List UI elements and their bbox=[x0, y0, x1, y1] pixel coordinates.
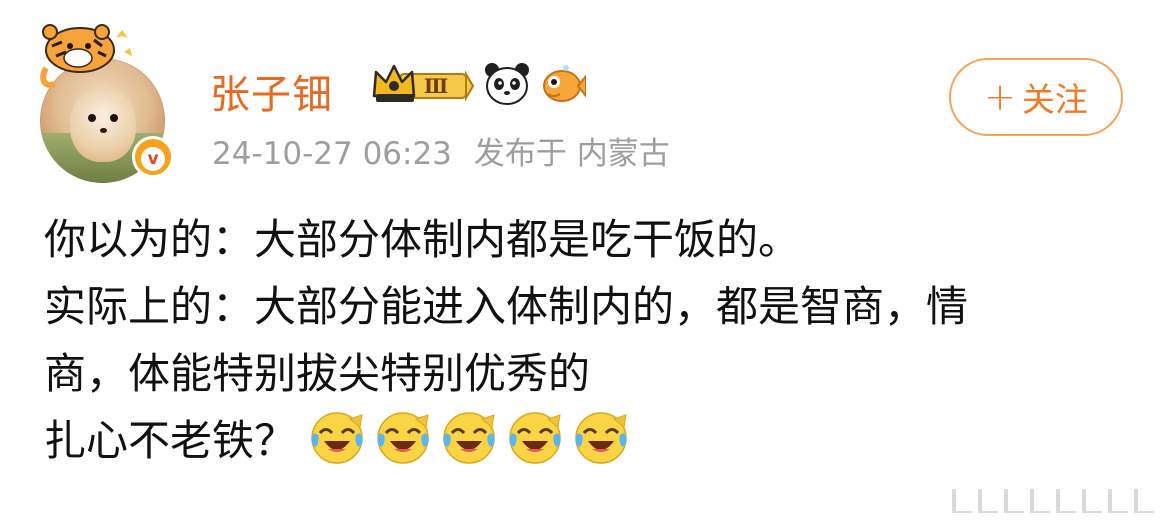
laugh-cry-icon bbox=[311, 411, 363, 464]
post-line: 商，体能特别拔尖特别优秀的 bbox=[44, 349, 591, 398]
post-body: 你以为的：大部分体制内都是吃干饭的。 实际上的：大部分能进入体制内的，都是智商，… bbox=[44, 206, 1144, 474]
verified-badge-icon: v bbox=[132, 136, 174, 178]
follow-button[interactable]: + 关注 bbox=[949, 58, 1123, 136]
avatar-dog-nose bbox=[100, 128, 107, 133]
laugh-cry-icon bbox=[443, 411, 495, 464]
fish-icon[interactable] bbox=[540, 62, 586, 106]
verified-mark: v bbox=[141, 147, 165, 171]
watermark-mark bbox=[952, 489, 972, 513]
post-line-text: 扎心不老铁？ bbox=[44, 416, 297, 465]
watermark-mark bbox=[1004, 489, 1024, 513]
post-line: 你以为的：大部分体制内都是吃干饭的。 bbox=[44, 215, 801, 264]
post-meta: 24-10-27 06:23 发布于 内蒙古 bbox=[212, 128, 670, 173]
panda-icon[interactable] bbox=[484, 62, 530, 106]
avatar-dog-eye bbox=[110, 114, 118, 122]
follow-label: 关注 bbox=[1021, 80, 1088, 119]
tiger-sticker-icon bbox=[40, 24, 132, 88]
crown-badge-icon[interactable]: Ⅲ bbox=[370, 62, 474, 106]
post-line-last: 扎心不老铁？ bbox=[44, 407, 1144, 474]
avatar-dog-eye bbox=[88, 114, 96, 122]
laugh-cry-icon bbox=[509, 411, 561, 464]
watermark bbox=[952, 489, 1154, 513]
watermark-mark bbox=[1134, 489, 1154, 513]
user-badges: Ⅲ bbox=[370, 58, 586, 110]
watermark-mark bbox=[1082, 489, 1102, 513]
avatar-container[interactable]: v bbox=[32, 18, 182, 183]
username[interactable]: 张子钿 bbox=[210, 62, 333, 120]
post-line: 实际上的：大部分能进入体制内的，都是智商，情 bbox=[44, 282, 969, 331]
avatar-dog bbox=[70, 86, 136, 162]
watermark-mark bbox=[1030, 489, 1050, 513]
watermark-mark bbox=[978, 489, 998, 513]
watermark-mark bbox=[1056, 489, 1076, 513]
watermark-mark bbox=[1108, 489, 1128, 513]
plus-icon: + bbox=[984, 75, 1016, 119]
post-timestamp[interactable]: 24-10-27 06:23 bbox=[212, 136, 452, 172]
emoji-row bbox=[310, 411, 628, 465]
vip-level: Ⅲ bbox=[424, 74, 448, 98]
laugh-cry-icon bbox=[575, 411, 627, 464]
post-location: 发布于 内蒙古 bbox=[473, 136, 670, 172]
laugh-cry-icon bbox=[377, 411, 429, 464]
